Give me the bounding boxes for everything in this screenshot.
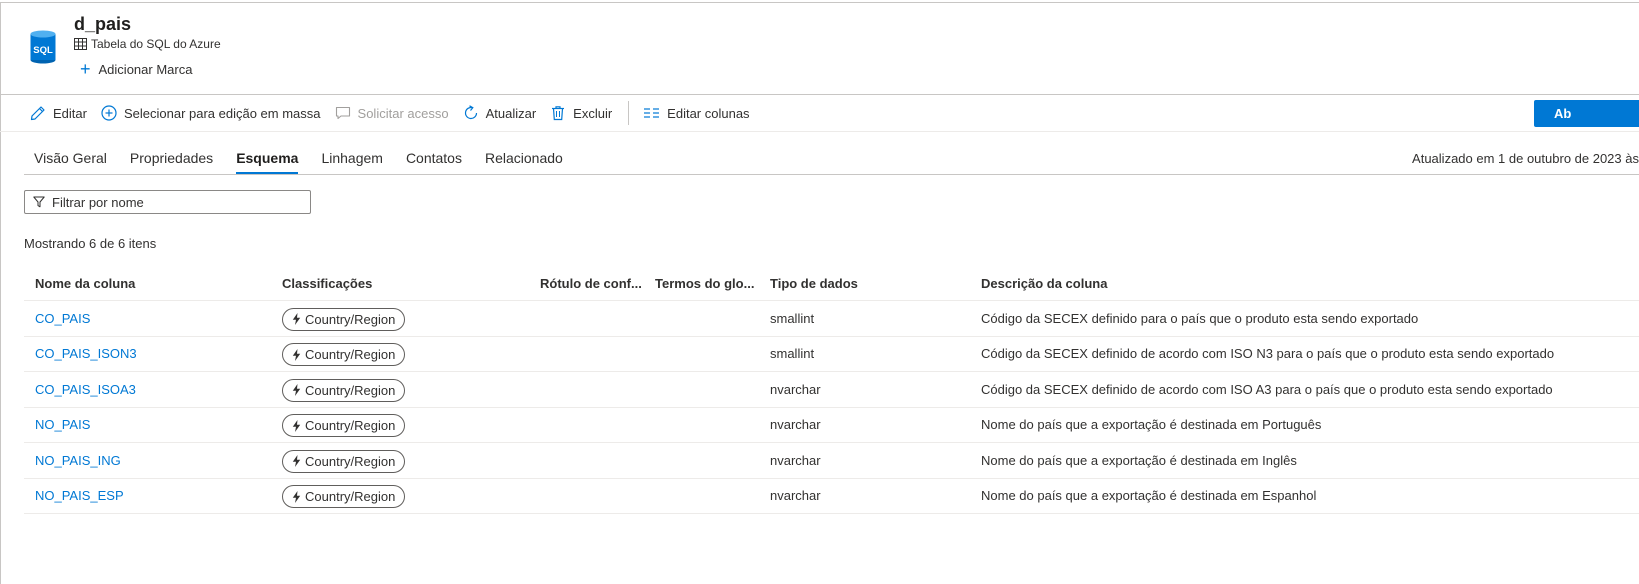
- items-count: Mostrando 6 de 6 itens: [24, 236, 157, 251]
- refresh-label: Atualizar: [485, 105, 537, 121]
- header-description[interactable]: Descrição da coluna: [981, 276, 1639, 291]
- description-cell: Nome do país que a exportação é destinad…: [981, 452, 1297, 468]
- tab-visao-geral[interactable]: Visão Geral: [34, 140, 107, 174]
- classification-pill[interactable]: Country/Region: [282, 449, 406, 473]
- data-type-cell: nvarchar: [770, 488, 821, 504]
- columns-icon: [644, 108, 660, 118]
- asset-type-label: Tabela do SQL do Azure: [91, 37, 221, 51]
- schema-table: Nome da coluna Classificações Rótulo de …: [24, 266, 1639, 514]
- svg-text:SQL: SQL: [33, 45, 53, 56]
- toolbar-divider: [628, 101, 630, 125]
- tab-contatos[interactable]: Contatos: [406, 140, 462, 174]
- plus-icon: +: [80, 59, 91, 79]
- refresh-icon: [464, 105, 477, 120]
- classification-pill[interactable]: Country/Region: [282, 343, 406, 367]
- open-in-button[interactable]: Ab: [1534, 100, 1639, 127]
- description-cell: Nome do país que a exportação é destinad…: [981, 417, 1322, 433]
- classification-label: Country/Region: [305, 382, 396, 398]
- add-tag-button[interactable]: + Adicionar Marca: [80, 59, 193, 79]
- delete-button[interactable]: Excluir: [550, 105, 612, 121]
- edit-label: Editar: [53, 105, 87, 121]
- table-row[interactable]: NO_PAIS_ESP Country/Region nvarchar Nome do…: [24, 479, 1639, 514]
- bolt-icon: [292, 348, 301, 361]
- command-bar: Editar Selecionar para edição em massa S…: [0, 94, 1639, 132]
- column-name-link[interactable]: CO_PAIS: [35, 311, 90, 326]
- bolt-icon: [292, 313, 301, 326]
- table-row[interactable]: CO_PAIS_ISOA3 Country/Region nvarchar Códig…: [24, 372, 1639, 408]
- tab-linhagem[interactable]: Linhagem: [321, 140, 383, 174]
- classification-pill[interactable]: Country/Region: [282, 378, 406, 402]
- column-name-link[interactable]: NO_PAIS: [35, 417, 90, 432]
- delete-label: Excluir: [573, 105, 613, 121]
- filter-box[interactable]: [24, 190, 311, 214]
- classification-label: Country/Region: [305, 311, 396, 327]
- tab-esquema[interactable]: Esquema: [236, 140, 299, 174]
- asset-type: Tabela do SQL do Azure: [74, 37, 221, 51]
- table-icon: [74, 38, 87, 50]
- asset-title: d_pais: [74, 14, 132, 34]
- bolt-icon: [292, 384, 301, 397]
- sql-database-icon: SQL: [30, 30, 56, 64]
- data-type-cell: smallint: [770, 346, 815, 362]
- comment-icon: [335, 106, 350, 120]
- add-circle-icon: [101, 105, 117, 121]
- table-header: Nome da coluna Classificações Rótulo de …: [24, 266, 1639, 301]
- column-name-link[interactable]: NO_PAIS_ING: [35, 453, 121, 468]
- classification-pill[interactable]: Country/Region: [282, 307, 406, 331]
- filter-input[interactable]: [52, 194, 292, 210]
- trash-icon: [552, 106, 565, 121]
- edit-columns-button[interactable]: Editar colunas: [643, 105, 750, 121]
- data-type-cell: smallint: [770, 310, 815, 326]
- column-name-link[interactable]: CO_PAIS_ISOA3: [35, 382, 136, 397]
- column-name-link[interactable]: NO_PAIS_ESP: [35, 488, 124, 503]
- header-data-type[interactable]: Tipo de dados: [770, 276, 981, 291]
- description-cell: Código da SECEX definido de acordo com I…: [981, 381, 1553, 397]
- classification-pill[interactable]: Country/Region: [282, 414, 406, 438]
- classification-pill[interactable]: Country/Region: [282, 485, 406, 509]
- table-row[interactable]: NO_PAIS Country/Region nvarchar Nome do paí…: [24, 408, 1639, 443]
- header-sensitivity-label[interactable]: Rótulo de conf...: [540, 276, 655, 291]
- request-access-label: Solicitar acesso: [357, 105, 449, 121]
- description-cell: Código da SECEX definido para o país que…: [981, 310, 1419, 326]
- asset-tabs: Visão Geral Propriedades Esquema Linhagem Co…: [24, 140, 1639, 175]
- edit-columns-label: Editar colunas: [667, 105, 750, 121]
- header-glossary-terms[interactable]: Termos do glo...: [655, 276, 770, 291]
- table-body: CO_PAIS Country/Region smallint Código da S…: [24, 301, 1639, 514]
- bulk-select-label: Selecionar para edição em massa: [123, 105, 321, 121]
- data-type-cell: nvarchar: [770, 417, 821, 433]
- description-cell: Nome do país que a exportação é destinad…: [981, 488, 1317, 504]
- add-tag-label: Adicionar Marca: [98, 61, 193, 77]
- table-row[interactable]: CO_PAIS Country/Region smallint Código da S…: [24, 301, 1639, 337]
- last-updated-text: Atualizado em 1 de outubro de 2023 às: [1412, 151, 1639, 166]
- table-row[interactable]: CO_PAIS_ISON3 Country/Region smallint Códig…: [24, 337, 1639, 372]
- classification-label: Country/Region: [305, 347, 396, 363]
- header-classifications[interactable]: Classificações: [282, 276, 540, 291]
- bolt-icon: [292, 455, 301, 468]
- classification-label: Country/Region: [305, 453, 396, 469]
- tab-propriedades[interactable]: Propriedades: [130, 140, 213, 174]
- data-type-cell: nvarchar: [770, 452, 821, 468]
- description-cell: Código da SECEX definido de acordo com I…: [981, 346, 1555, 362]
- table-row[interactable]: NO_PAIS_ING Country/Region nvarchar Nome do…: [24, 443, 1639, 479]
- header-column-name[interactable]: Nome da coluna: [24, 276, 282, 291]
- classification-label: Country/Region: [305, 489, 396, 505]
- bulk-select-button[interactable]: Selecionar para edição em massa: [101, 105, 321, 121]
- refresh-button[interactable]: Atualizar: [463, 105, 537, 121]
- tab-relacionado[interactable]: Relacionado: [485, 140, 563, 174]
- pencil-icon: [30, 106, 45, 121]
- edit-button[interactable]: Editar: [30, 105, 87, 121]
- classification-label: Country/Region: [305, 418, 396, 434]
- asset-header: SQL d_pais Tabela do SQL do Azure + Adic…: [0, 0, 1639, 92]
- filter-icon: [33, 196, 45, 208]
- column-name-link[interactable]: CO_PAIS_ISON3: [35, 346, 137, 361]
- data-type-cell: nvarchar: [770, 381, 821, 397]
- bolt-icon: [292, 419, 301, 432]
- request-access-button[interactable]: Solicitar acesso: [335, 105, 449, 121]
- bolt-icon: [292, 490, 301, 503]
